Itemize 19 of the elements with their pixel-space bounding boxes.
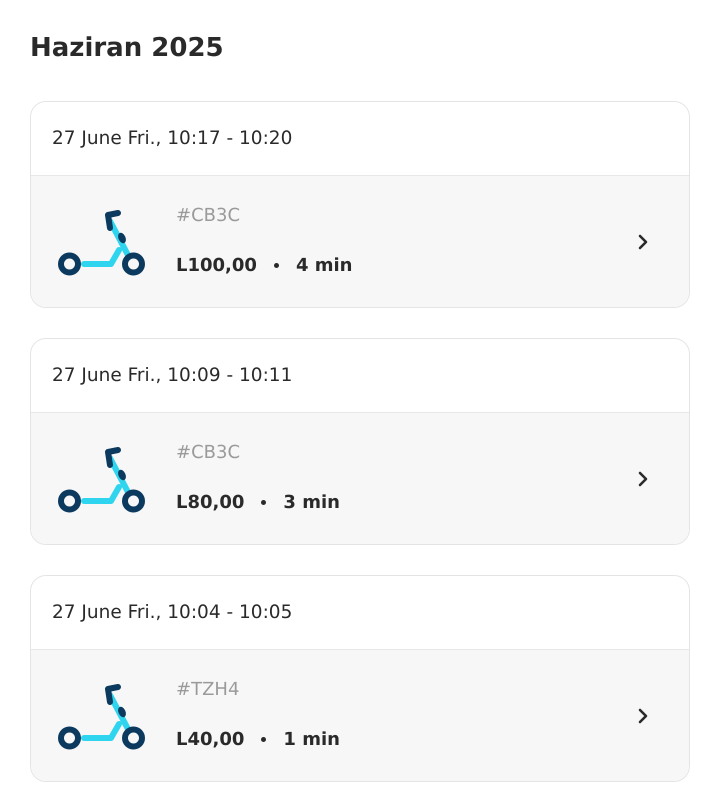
ride-date-time: 27 June Fri., 10:04 - 10:05 <box>52 602 292 623</box>
separator-dot-icon <box>261 500 266 505</box>
ride-price: L80,00 <box>176 490 244 514</box>
ride-price: L100,00 <box>176 254 257 278</box>
ride-date-time: 27 June Fri., 10:17 - 10:20 <box>52 128 292 149</box>
month-heading: Haziran 2025 <box>30 32 224 65</box>
ride-details-row[interactable]: #CB3C L80,00 3 min <box>31 413 689 544</box>
separator-dot-icon <box>274 263 279 268</box>
ride-date-time: 27 June Fri., 10:09 - 10:11 <box>52 365 292 386</box>
ride-price: L40,00 <box>176 728 244 752</box>
vehicle-code: #CB3C <box>176 204 240 228</box>
vehicle-code: #CB3C <box>176 440 240 464</box>
ride-details-row[interactable]: #CB3C L100,00 4 min <box>31 176 689 307</box>
ride-details-row[interactable]: #TZH4 L40,00 1 min <box>31 650 689 781</box>
ride-duration: 1 min <box>283 728 340 752</box>
separator-dot-icon <box>261 737 266 742</box>
vehicle-code: #TZH4 <box>176 678 240 702</box>
ride-duration: 3 min <box>283 490 340 514</box>
ride-duration: 4 min <box>296 254 352 278</box>
